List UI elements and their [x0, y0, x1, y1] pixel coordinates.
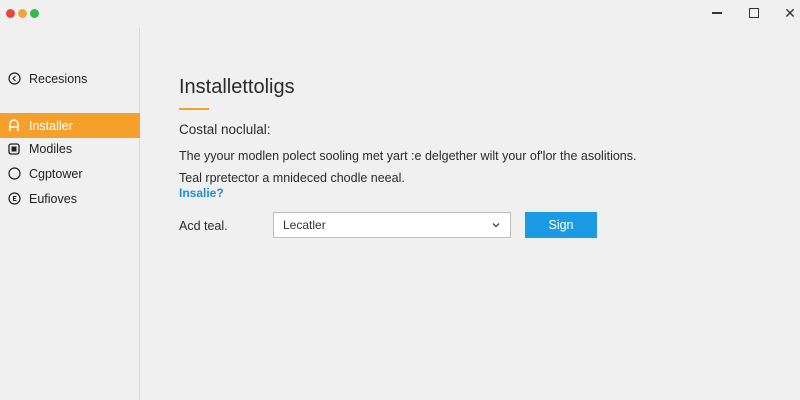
chevron-down-icon: [490, 219, 502, 231]
title-bar: ✕: [0, 0, 800, 28]
sidebar-item-installer[interactable]: Installer: [0, 113, 140, 138]
description-text-secondary: Teal rpretector a mnideced chodle neeal.: [179, 171, 405, 185]
sidebar-back-item[interactable]: Recesions: [0, 66, 140, 91]
sidebar: Recesions Installer Modiles Cgptower Euf: [0, 28, 140, 400]
sidebar-back-label: Recesions: [29, 71, 88, 86]
minimize-dot-icon[interactable]: [18, 9, 27, 18]
zoom-dot-icon[interactable]: [30, 9, 39, 18]
section-heading: Costal noclulal:: [179, 122, 271, 137]
location-select[interactable]: Lecatler: [273, 212, 511, 238]
select-value: Lecatler: [283, 218, 326, 232]
sidebar-item-label: Eufioves: [29, 191, 77, 206]
sidebar-item-modules[interactable]: Modiles: [0, 136, 140, 161]
circle-icon: [7, 167, 21, 181]
title-underline: [179, 108, 209, 110]
sign-button[interactable]: Sign: [525, 212, 597, 238]
features-icon: [7, 192, 21, 206]
back-circle-icon: [7, 72, 21, 86]
help-link[interactable]: Insalie?: [179, 186, 224, 200]
sidebar-item-features[interactable]: Eufioves: [0, 186, 140, 211]
modules-icon: [7, 142, 21, 156]
sidebar-item-label: Installer: [29, 118, 73, 133]
field-label: Acd teal.: [179, 219, 228, 233]
close-icon[interactable]: ✕: [779, 3, 800, 23]
sidebar-item-label: Modiles: [29, 141, 73, 156]
sidebar-item-customer[interactable]: Cgptower: [0, 161, 140, 186]
description-text: The yyour modlen polect sooling met yart…: [179, 149, 637, 163]
traffic-lights: [6, 9, 39, 18]
minimize-icon[interactable]: [706, 3, 728, 23]
app-window: ✕ Recesions Installer Modiles Cgptower E…: [0, 0, 800, 400]
main-content: Installettoligs Costal noclulal: The yyo…: [141, 28, 800, 400]
maximize-icon[interactable]: [743, 3, 765, 23]
sidebar-item-label: Cgptower: [29, 166, 83, 181]
close-dot-icon[interactable]: [6, 9, 15, 18]
page-title: Installettoligs: [179, 76, 295, 98]
installer-icon: [7, 119, 21, 133]
